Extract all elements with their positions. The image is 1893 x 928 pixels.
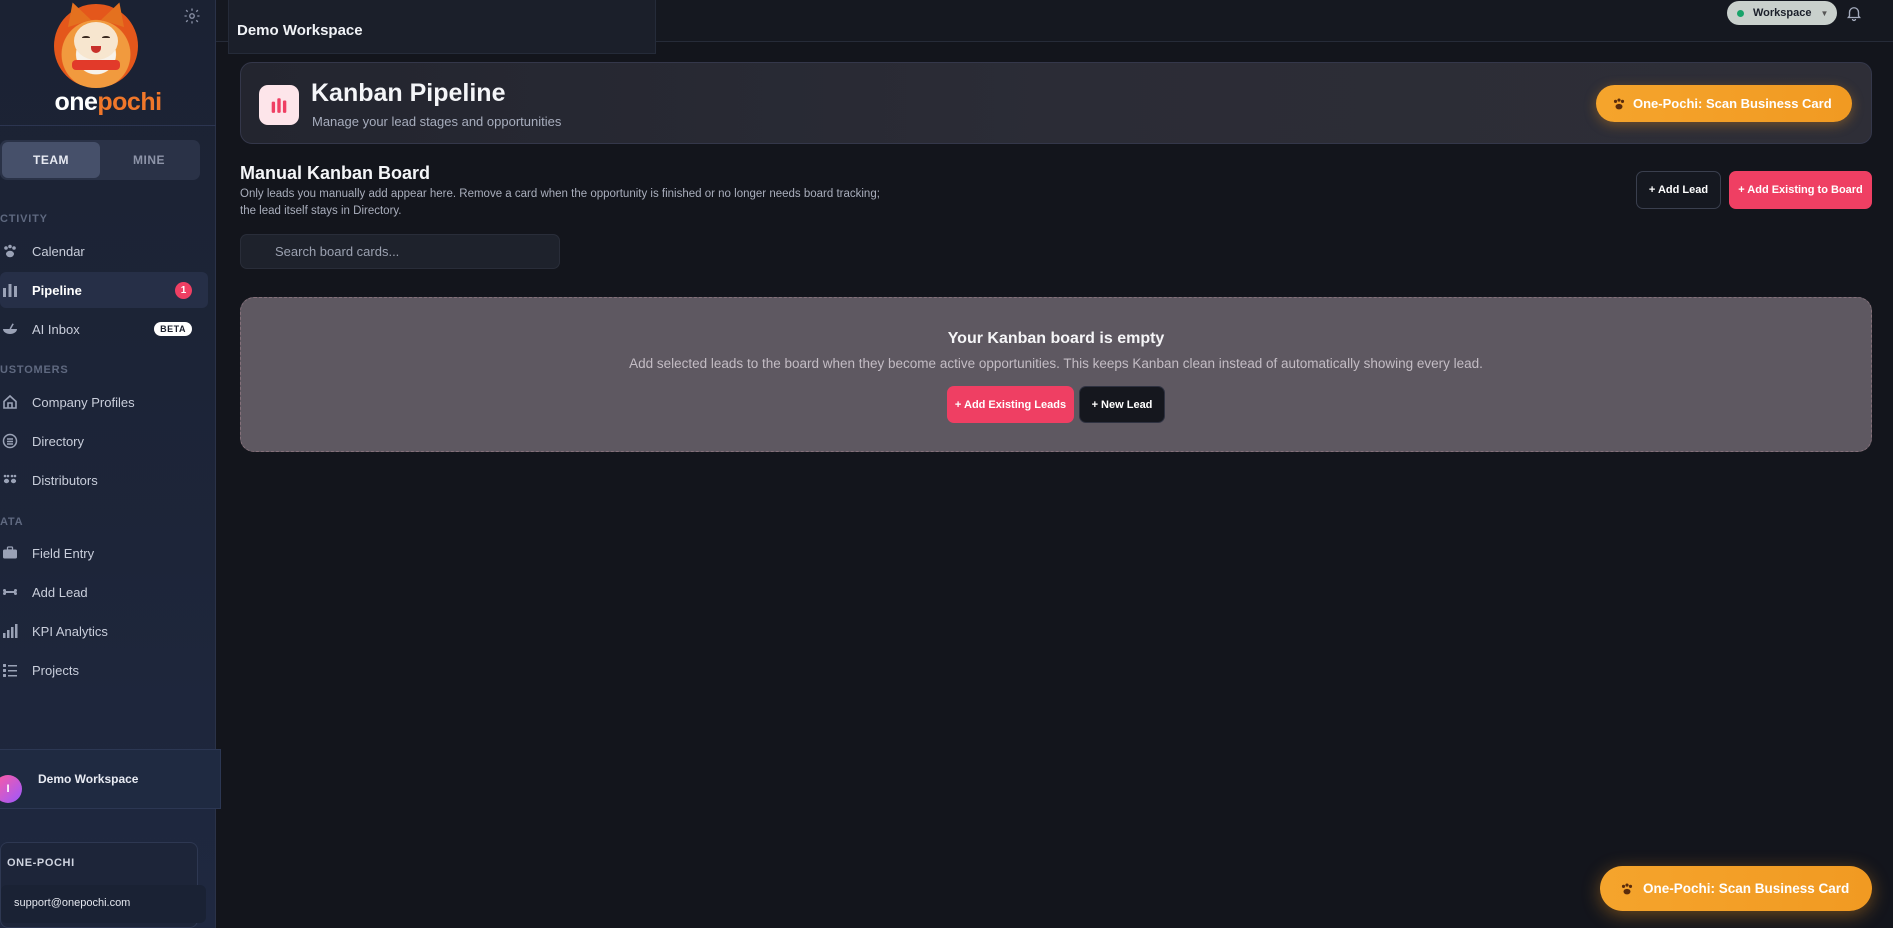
sidebar-item-projects[interactable]: Projects xyxy=(0,652,208,688)
sidebar-item-label: Projects xyxy=(32,662,79,678)
chevron-down-icon: ▼ xyxy=(1820,8,1829,18)
logo-wordmark-pochi: pochi xyxy=(97,88,162,116)
bone-icon xyxy=(1,583,19,601)
new-lead-button[interactable]: + New Lead xyxy=(1079,386,1165,423)
sidebar-item-pipeline[interactable]: Pipeline 1 xyxy=(0,272,208,308)
empty-board-panel: Your Kanban board is empty Add selected … xyxy=(240,297,1872,452)
gear-icon[interactable] xyxy=(183,7,201,25)
add-lead-button[interactable]: + Add Lead xyxy=(1636,171,1721,209)
search-board xyxy=(240,234,560,269)
support-card-title: ONE-POCHI xyxy=(7,857,75,869)
logo[interactable]: onepochi xyxy=(0,0,216,126)
board-description: Only leads you manually add appear here.… xyxy=(240,188,880,217)
workspace-dropdown-label: Workspace xyxy=(1753,7,1812,19)
analytics-icon xyxy=(1,622,19,640)
scan-business-card-button[interactable]: One-Pochi: Scan Business Card xyxy=(1596,85,1852,122)
scan-business-card-label: One-Pochi: Scan Business Card xyxy=(1633,96,1832,111)
logo-wordmark: onepochi xyxy=(0,88,216,117)
status-dot-icon xyxy=(1737,9,1744,17)
sidebar-item-label: Distributors xyxy=(32,472,98,488)
empty-state-subtitle: Add selected leads to the board when the… xyxy=(629,356,1483,371)
top-bar: Demo Workspace xyxy=(216,0,1893,54)
search-input[interactable] xyxy=(241,235,559,268)
paw-icon xyxy=(1613,97,1625,109)
add-existing-leads-button[interactable]: + Add Existing Leads xyxy=(947,386,1074,423)
page-subtitle: Manage your lead stages and opportunitie… xyxy=(312,114,562,129)
support-card: ONE-POCHI support@onepochi.com xyxy=(0,842,206,928)
workspace-tab[interactable]: Demo Workspace xyxy=(228,0,656,54)
avatar: I xyxy=(0,775,22,803)
sidebar-item-label: KPI Analytics xyxy=(32,623,108,639)
workspace-name: Demo Workspace xyxy=(38,772,139,786)
page-header-card: Kanban Pipeline Manage your lead stages … xyxy=(240,62,1872,144)
sidebar-item-label: Add Lead xyxy=(32,584,88,600)
paws-icon xyxy=(1,471,19,489)
workspace-tab-label: Demo Workspace xyxy=(237,22,363,39)
sidebar-item-label: AI Inbox xyxy=(32,321,80,337)
floating-scan-label: One-Pochi: Scan Business Card xyxy=(1643,881,1850,896)
support-email-link[interactable]: support@onepochi.com xyxy=(1,885,206,923)
floating-scan-business-card-button[interactable]: One-Pochi: Scan Business Card xyxy=(1600,866,1872,911)
sidebar-item-label: Field Entry xyxy=(32,545,95,561)
sidebar-item-distributors[interactable]: Distributors xyxy=(0,462,208,498)
sidebar-item-ai-inbox[interactable]: AI Inbox BETA xyxy=(0,311,208,347)
section-label-customers: USTOMERS xyxy=(0,364,69,376)
sidebar-item-label: Directory xyxy=(32,433,85,449)
sidebar: onepochi TEAM MINE CTIVITY Calendar Pipe… xyxy=(0,0,221,928)
sidebar-item-calendar[interactable]: Calendar xyxy=(0,233,208,269)
bell-icon[interactable] xyxy=(1845,4,1863,22)
workspace-dropdown[interactable]: Workspace ▼ xyxy=(1727,1,1837,25)
sidebar-item-company-profiles[interactable]: Company Profiles xyxy=(0,384,208,420)
list-icon xyxy=(1,661,19,679)
paw-icon xyxy=(1,242,19,260)
directory-icon xyxy=(1,432,19,450)
workspace-switcher[interactable]: I Demo Workspace xyxy=(0,749,221,809)
logo-wordmark-one: one xyxy=(54,88,98,116)
kanban-icon xyxy=(259,85,299,125)
sidebar-item-directory[interactable]: Directory xyxy=(0,423,208,459)
sidebar-item-label: Calendar xyxy=(32,243,85,259)
paw-icon xyxy=(1621,882,1633,894)
section-label-data: ATA xyxy=(0,516,24,528)
toggle-mine[interactable]: MINE xyxy=(100,142,198,178)
sidebar-item-add-lead[interactable]: Add Lead xyxy=(0,574,208,610)
team-mine-toggle: TEAM MINE xyxy=(0,140,200,180)
toggle-team[interactable]: TEAM xyxy=(2,142,100,178)
sidebar-item-label: Pipeline xyxy=(32,282,82,298)
board-title: Manual Kanban Board xyxy=(240,163,431,183)
sidebar-item-field-entry[interactable]: Field Entry xyxy=(0,535,208,571)
chart-bars-icon xyxy=(1,281,19,299)
home-icon xyxy=(1,393,19,411)
beta-badge: BETA xyxy=(154,322,192,336)
sidebar-item-label: Company Profiles xyxy=(32,394,135,410)
bowl-icon xyxy=(1,320,19,338)
sidebar-item-kpi-analytics[interactable]: KPI Analytics xyxy=(0,613,208,649)
add-existing-to-board-button[interactable]: + Add Existing to Board xyxy=(1729,171,1872,209)
empty-state-title: Your Kanban board is empty xyxy=(947,330,1165,347)
pipeline-count-badge: 1 xyxy=(175,282,192,299)
briefcase-icon xyxy=(1,544,19,562)
shiba-logo-icon xyxy=(54,0,138,88)
section-label-activity: CTIVITY xyxy=(0,213,48,225)
page-title: Kanban Pipeline xyxy=(311,79,506,107)
